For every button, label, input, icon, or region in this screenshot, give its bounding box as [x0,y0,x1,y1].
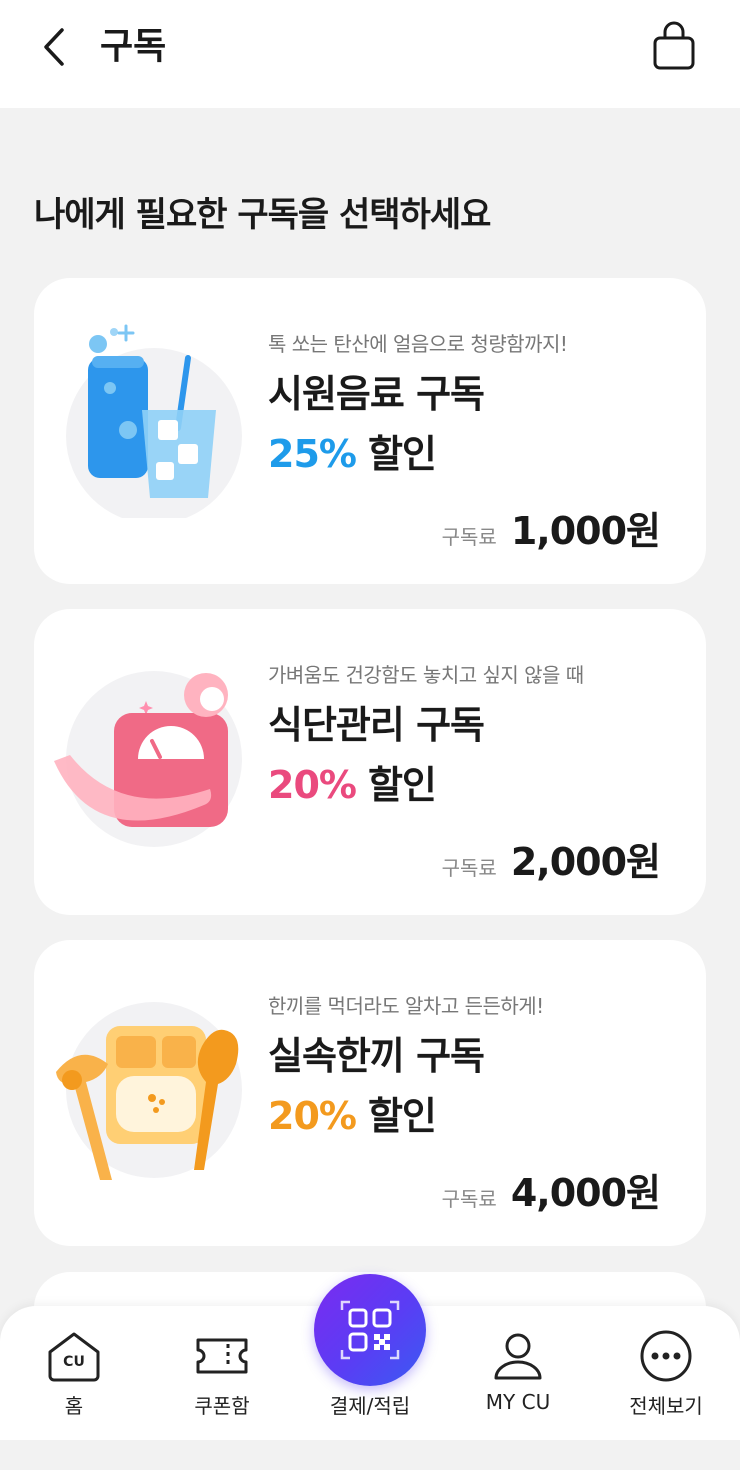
plan-fee: 구독료 4,000원 [441,1162,661,1217]
fee-amount: 4,000원 [510,1171,661,1215]
fee-label: 구독료 [441,1187,497,1211]
discount-word: 할인 [367,1094,437,1138]
chevron-left-icon [44,28,64,66]
discount-percent: 20% [268,763,357,807]
cu-home-icon: CU [48,1332,100,1382]
nav-home-label: 홈 [64,1394,84,1418]
discount-percent: 20% [268,1094,357,1138]
plan-name: 시원음료 구독 [268,372,485,416]
nav-coupons[interactable]: 쿠폰함 [152,1306,292,1440]
svg-text:CU: CU [63,1354,85,1370]
fee-amount: 2,000원 [510,840,661,884]
qr-code-icon [340,1300,400,1360]
plan-fee: 구독료 1,000원 [441,500,661,555]
shopping-bag-button[interactable] [648,20,700,74]
fee-amount: 1,000원 [510,509,661,553]
back-button[interactable] [36,22,76,72]
scale-banana-icon [48,649,248,849]
nav-mycu-label: MY CU [485,1390,551,1414]
fee-label: 구독료 [441,525,497,549]
pay-button[interactable] [314,1274,426,1386]
plan-name: 식단관리 구독 [268,703,485,747]
fee-label: 구독료 [441,856,497,880]
plan-discount: 20% 할인 [268,1090,437,1142]
more-icon [640,1330,692,1382]
plan-card-drinks[interactable]: 톡 쏘는 탄산에 얼음으로 청량함까지! 시원음료 구독 25% 할인 구독료 1… [34,278,706,584]
nav-pay-label: 결제/적립 [329,1394,411,1418]
cold-drink-icon [48,318,248,524]
plan-name: 실속한끼 구독 [268,1034,485,1078]
plan-tagline: 한끼를 먹더라도 알차고 든든하게! [268,994,544,1018]
header: 구독 [0,0,740,108]
plan-tagline: 톡 쏘는 탄산에 얼음으로 청량함까지! [268,332,568,356]
plan-card-diet[interactable]: 가벼움도 건강함도 놓치고 싶지 않을 때 식단관리 구독 20% 할인 구독료 … [34,609,706,915]
nav-mycu[interactable]: MY CU [448,1306,588,1440]
plan-fee: 구독료 2,000원 [441,831,661,886]
plan-discount: 25% 할인 [268,428,437,480]
page-title: 구독 [100,26,167,67]
user-icon [494,1333,542,1380]
shopping-bag-icon [653,21,695,70]
nav-home[interactable]: CU 홈 [4,1306,144,1440]
plan-discount: 20% 할인 [268,759,437,811]
bottom-safe-area [0,1440,740,1470]
section-title: 나에게 필요한 구독을 선택하세요 [34,195,491,235]
plan-tagline: 가벼움도 건강함도 놓치고 싶지 않을 때 [268,663,584,687]
discount-percent: 25% [268,432,357,476]
coupon-icon [196,1338,248,1374]
nav-more-label: 전체보기 [629,1394,703,1418]
discount-word: 할인 [367,432,437,476]
lunchbox-icon [48,980,248,1180]
discount-word: 할인 [367,763,437,807]
plan-card-meal[interactable]: 한끼를 먹더라도 알차고 든든하게! 실속한끼 구독 20% 할인 구독료 4,0… [34,940,706,1246]
nav-coupons-label: 쿠폰함 [194,1394,250,1418]
nav-more[interactable]: 전체보기 [596,1306,736,1440]
